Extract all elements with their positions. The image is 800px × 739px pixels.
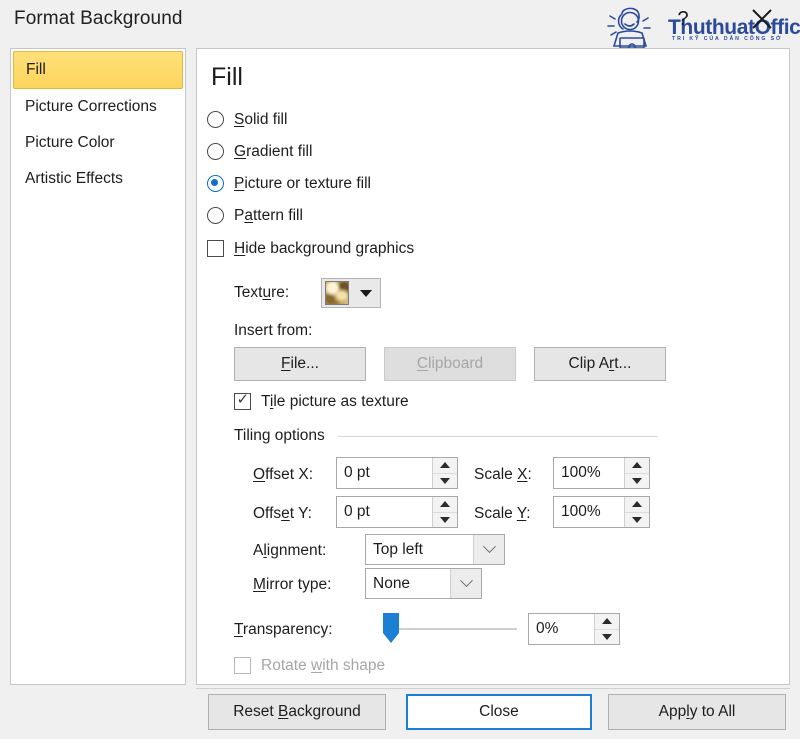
stepper-arrows[interactable] xyxy=(624,458,649,488)
sidebar-item-picture-corrections[interactable]: Picture Corrections xyxy=(11,89,185,125)
insert-from-label: Insert from: xyxy=(234,322,313,339)
dialog-title: Format Background xyxy=(14,8,183,29)
button-label: Reset Background xyxy=(233,703,361,720)
mirror-type-label: Mirror type: xyxy=(253,576,332,593)
sidebar-item-label: Picture Color xyxy=(25,134,115,151)
scale-y-label: Scale Y: xyxy=(474,505,531,522)
transparency-slider-thumb[interactable] xyxy=(380,613,402,645)
stepper-arrows[interactable] xyxy=(624,497,649,527)
help-button[interactable]: ? xyxy=(672,6,694,32)
radio-label: Pattern fill xyxy=(234,207,303,224)
offset-x-value[interactable]: 0 pt xyxy=(337,458,432,488)
arrow-up-icon xyxy=(632,462,642,469)
stepper-arrows[interactable] xyxy=(594,614,619,644)
checkbox-indicator xyxy=(234,657,251,674)
dropdown-toggle[interactable] xyxy=(450,569,481,598)
texture-picker-button[interactable] xyxy=(321,278,381,308)
stepper-up-button[interactable] xyxy=(433,497,457,513)
stepper-up-button[interactable] xyxy=(625,458,649,474)
radio-label: Picture or texture fill xyxy=(234,175,371,192)
checkbox-label: Hide background graphics xyxy=(234,240,415,257)
button-label: Clip Art... xyxy=(568,355,632,372)
scale-x-value[interactable]: 100% xyxy=(554,458,624,488)
radio-label: Solid fill xyxy=(234,111,288,128)
insert-from-clip-art-button[interactable]: Clip Art... xyxy=(534,347,666,381)
scale-y-stepper[interactable]: 100% xyxy=(553,496,650,528)
radio-indicator xyxy=(207,143,224,160)
offset-x-stepper[interactable]: 0 pt xyxy=(336,457,458,489)
arrow-up-icon xyxy=(440,462,450,469)
chevron-down-icon xyxy=(459,574,473,588)
checkbox-label: Rotate with shape xyxy=(261,657,386,674)
arrow-up-icon xyxy=(602,618,612,625)
offset-y-label: Offset Y: xyxy=(253,505,312,522)
transparency-slider-track[interactable] xyxy=(392,628,517,630)
offset-y-stepper[interactable]: 0 pt xyxy=(336,496,458,528)
scale-x-stepper[interactable]: 100% xyxy=(553,457,650,489)
sidebar-item-fill[interactable]: Fill xyxy=(13,51,183,89)
sidebar-item-label: Fill xyxy=(26,61,46,78)
arrow-down-icon xyxy=(440,477,450,484)
group-divider xyxy=(338,436,658,437)
radio-indicator xyxy=(207,207,224,224)
alignment-value: Top left xyxy=(373,540,423,558)
stepper-up-button[interactable] xyxy=(595,614,619,630)
transparency-label: Transparency: xyxy=(234,621,333,638)
scale-y-value[interactable]: 100% xyxy=(554,497,624,527)
radio-label: Gradient fill xyxy=(234,143,313,160)
reset-background-button[interactable]: Reset Background xyxy=(208,694,386,730)
sidebar-item-artistic-effects[interactable]: Artistic Effects xyxy=(11,161,185,197)
radio-indicator xyxy=(207,111,224,128)
button-label: Apply to All xyxy=(658,703,736,720)
offset-x-label: Offset X: xyxy=(253,466,314,483)
papyrus-texture-icon xyxy=(325,281,349,305)
chevron-down-icon xyxy=(360,290,372,297)
stepper-down-button[interactable] xyxy=(433,474,457,489)
arrow-up-icon xyxy=(440,501,450,508)
arrow-down-icon xyxy=(632,477,642,484)
checkbox-label: Tile picture as texture xyxy=(261,393,409,410)
stepper-down-button[interactable] xyxy=(625,513,649,528)
footer-divider xyxy=(196,688,790,689)
button-label: Clipboard xyxy=(416,355,484,372)
category-sidebar: Fill Picture Corrections Picture Color A… xyxy=(10,48,186,685)
offset-y-value[interactable]: 0 pt xyxy=(337,497,432,527)
sidebar-item-label: Artistic Effects xyxy=(25,170,123,187)
apply-to-all-button[interactable]: Apply to All xyxy=(608,694,786,730)
sidebar-item-label: Picture Corrections xyxy=(25,98,157,115)
stepper-arrows[interactable] xyxy=(432,497,457,527)
sidebar-item-picture-color[interactable]: Picture Color xyxy=(11,125,185,161)
radio-indicator-selected xyxy=(207,175,224,192)
arrow-down-icon xyxy=(602,633,612,640)
scale-x-label: Scale X: xyxy=(474,466,532,483)
panel-heading: Fill xyxy=(211,63,243,91)
transparency-value[interactable]: 0% xyxy=(529,614,594,644)
arrow-down-icon xyxy=(440,516,450,523)
stepper-up-button[interactable] xyxy=(625,497,649,513)
insert-from-file-button[interactable]: File... xyxy=(234,347,366,381)
dropdown-toggle[interactable] xyxy=(473,535,504,564)
stepper-arrows[interactable] xyxy=(432,458,457,488)
tiling-options-group-label: Tiling options xyxy=(234,427,325,444)
close-button[interactable]: Close xyxy=(406,694,592,730)
texture-label: Texture: xyxy=(234,284,290,301)
stepper-down-button[interactable] xyxy=(625,474,649,489)
alignment-dropdown[interactable]: Top left xyxy=(365,534,505,565)
checkbox-indicator xyxy=(207,240,224,257)
checkbox-indicator-checked xyxy=(234,389,251,411)
stepper-down-button[interactable] xyxy=(595,630,619,645)
insert-from-clipboard-button[interactable]: Clipboard xyxy=(384,347,516,381)
transparency-stepper[interactable]: 0% xyxy=(528,613,620,645)
chevron-down-icon xyxy=(482,540,496,554)
arrow-down-icon xyxy=(632,516,642,523)
stepper-down-button[interactable] xyxy=(433,513,457,528)
arrow-up-icon xyxy=(632,501,642,508)
mirror-type-value: None xyxy=(373,574,411,592)
button-label: File... xyxy=(281,355,319,372)
mirror-type-dropdown[interactable]: None xyxy=(365,568,482,599)
close-icon[interactable] xyxy=(745,2,779,36)
button-label: Close xyxy=(479,703,519,720)
stepper-up-button[interactable] xyxy=(433,458,457,474)
alignment-label: Alignment: xyxy=(253,542,327,559)
